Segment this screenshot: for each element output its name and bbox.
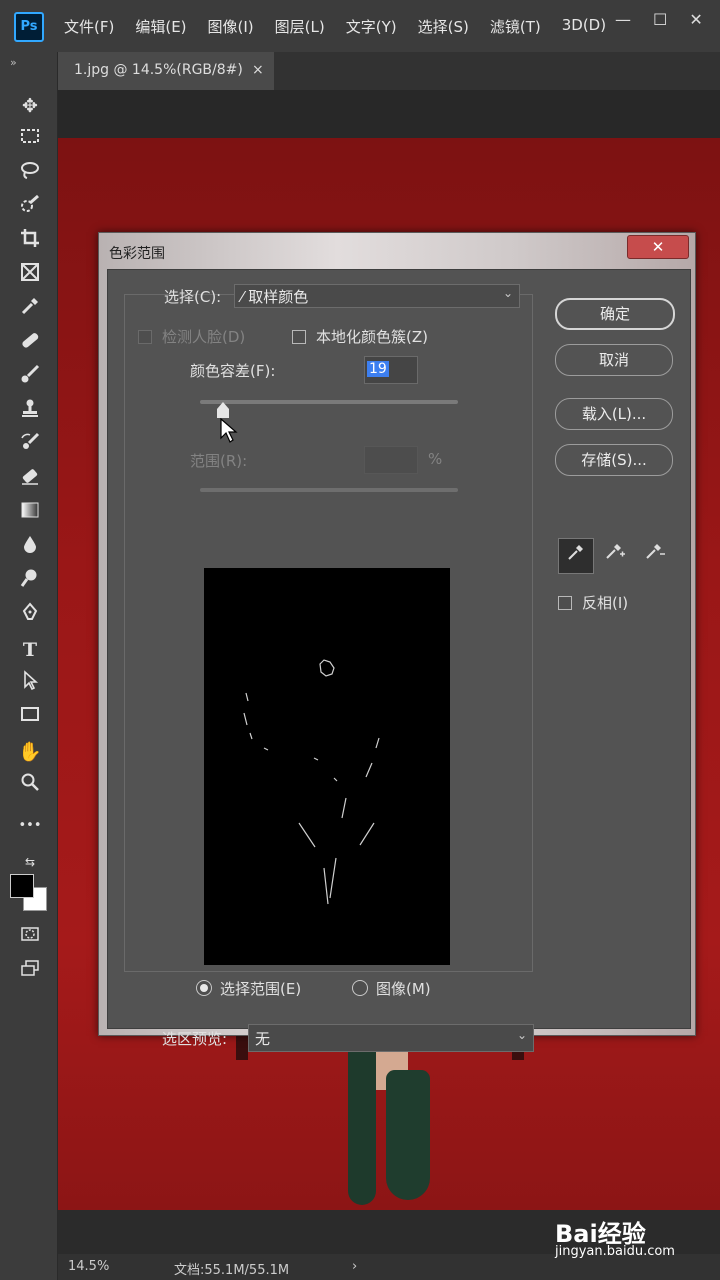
eyedropper-icon[interactable]	[558, 538, 594, 574]
pen-tool-icon[interactable]	[16, 602, 44, 630]
photo-legs	[340, 1030, 440, 1210]
minimize-button[interactable]: —	[615, 10, 631, 29]
menu-image[interactable]: 图像(I)	[208, 16, 254, 37]
sock-right	[386, 1070, 430, 1200]
fuzziness-label: 颜色容差(F):	[190, 362, 276, 380]
image-radio[interactable]	[352, 980, 368, 996]
select-value: 取样颜色	[248, 288, 309, 306]
dialog-close-button[interactable]: ✕	[627, 235, 689, 259]
watermark-url: jingyan.baidu.com	[555, 1244, 675, 1259]
menu-items: 文件(F) 编辑(E) 图像(I) 图层(L) 文字(Y) 选择(S) 滤镜(T…	[64, 16, 606, 37]
stamp-tool-icon[interactable]	[16, 398, 44, 426]
range-input[interactable]	[364, 446, 418, 474]
collapse-icon[interactable]: »	[10, 56, 17, 69]
brush-tool-icon[interactable]	[16, 364, 44, 392]
image-radio-label: 图像(M)	[376, 980, 431, 998]
path-selection-icon[interactable]	[16, 670, 44, 698]
crop-tool-icon[interactable]	[16, 228, 44, 256]
photoshop-logo: Ps	[14, 12, 44, 42]
menu-select[interactable]: 选择(S)	[418, 16, 469, 37]
hand-tool-icon[interactable]: ✋	[16, 738, 44, 766]
range-label: 范围(R):	[190, 452, 248, 470]
chevron-down-icon: ⌄	[516, 1028, 527, 1042]
quick-selection-tool-icon[interactable]	[16, 194, 44, 222]
foreground-color[interactable]	[10, 874, 34, 898]
dialog-body: 选择(C): ⁄ 取样颜色 ⌄ 检测人脸(D) 本地化颜色簇(Z) 颜色容差(F…	[107, 269, 691, 1052]
preview-mask-image	[243, 659, 380, 905]
ok-button[interactable]: 确定	[555, 298, 675, 330]
localized-clusters-label: 本地化颜色簇(Z)	[316, 328, 428, 346]
menu-bar: Ps 文件(F) 编辑(E) 图像(I) 图层(L) 文字(Y) 选择(S) 滤…	[0, 0, 720, 52]
eyedropper-subtract-icon[interactable]	[638, 538, 672, 572]
document-tab-bar: 1.jpg @ 14.5%(RGB/8#) ×	[58, 52, 720, 90]
lasso-tool-icon[interactable]	[16, 160, 44, 188]
type-tool-icon[interactable]: T	[16, 636, 44, 664]
save-button[interactable]: 存储(S)...	[555, 444, 673, 476]
frame-tool-icon[interactable]	[16, 262, 44, 290]
maximize-button[interactable]: ☐	[653, 10, 667, 29]
eyedropper-add-icon[interactable]	[598, 538, 632, 572]
select-label: 选择(C):	[164, 288, 222, 306]
eyedropper-tool-icon[interactable]	[16, 296, 44, 324]
selection-preview	[204, 568, 450, 965]
fuzziness-slider-track[interactable]	[200, 400, 458, 404]
chevron-down-icon: ⌄	[502, 286, 513, 300]
selection-radio-label: 选择范围(E)	[220, 980, 302, 998]
move-tool-icon[interactable]: ✥	[16, 92, 44, 120]
baidu-watermark: Bai经验 jingyan.baidu.com	[555, 1214, 715, 1264]
zoom-level[interactable]: 14.5%	[68, 1259, 109, 1274]
menu-layer[interactable]: 图层(L)	[275, 16, 325, 37]
mouse-cursor-icon	[220, 418, 238, 443]
color-swatches[interactable]	[10, 874, 50, 914]
load-button[interactable]: 载入(L)...	[555, 398, 673, 430]
document-tab[interactable]: 1.jpg @ 14.5%(RGB/8#) ×	[58, 52, 274, 90]
selection-radio[interactable]	[196, 980, 212, 996]
fuzziness-value: 19	[367, 361, 389, 377]
menu-file[interactable]: 文件(F)	[64, 16, 114, 37]
menu-edit[interactable]: 编辑(E)	[135, 16, 186, 37]
sock-left	[348, 1030, 376, 1205]
localized-clusters-checkbox[interactable]	[292, 330, 306, 344]
dialog-title: 色彩范围	[109, 246, 165, 262]
gradient-tool-icon[interactable]	[16, 500, 44, 528]
marquee-tool-icon[interactable]	[16, 126, 44, 154]
blur-tool-icon[interactable]	[16, 534, 44, 562]
detect-faces-checkbox[interactable]	[138, 330, 152, 344]
detect-faces-label: 检测人脸(D)	[162, 328, 246, 346]
close-tab-icon[interactable]: ×	[252, 62, 264, 78]
swap-colors-icon[interactable]: ⇆	[16, 848, 44, 876]
more-tools-icon[interactable]: •••	[16, 812, 44, 840]
menu-3d[interactable]: 3D(D)	[562, 16, 606, 37]
selection-preview-label: 选区预览:	[162, 1030, 228, 1048]
range-slider-track[interactable]	[200, 488, 458, 492]
healing-brush-icon[interactable]	[16, 330, 44, 358]
menu-type[interactable]: 文字(Y)	[346, 16, 397, 37]
fuzziness-input[interactable]: 19	[364, 356, 418, 384]
range-unit: %	[428, 450, 443, 468]
selection-preview-dropdown[interactable]: 无 ⌄	[248, 1024, 534, 1052]
quick-mask-icon[interactable]	[16, 924, 44, 952]
selection-preview-value: 无	[255, 1030, 271, 1048]
screen-mode-icon[interactable]	[16, 958, 44, 986]
tools-panel: » ✥ T ✋ ••• ⇆	[0, 52, 58, 1280]
zoom-tool-icon[interactable]	[16, 772, 44, 800]
menu-filter[interactable]: 滤镜(T)	[490, 16, 541, 37]
dodge-tool-icon[interactable]	[16, 568, 44, 596]
color-range-dialog: 色彩范围 ✕ 选择(C): ⁄ 取样颜色 ⌄ 检测人脸(D) 本地化颜色簇(Z)…	[98, 232, 696, 1052]
cancel-button[interactable]: 取消	[555, 344, 673, 376]
window-controls: — ☐ ✕	[615, 10, 703, 29]
close-window-button[interactable]: ✕	[689, 10, 702, 29]
document-size: 文档:55.1M/55.1M	[174, 1263, 290, 1278]
fuzziness-slider-thumb[interactable]	[217, 402, 230, 418]
history-brush-icon[interactable]	[16, 432, 44, 460]
invert-label: 反相(I)	[582, 594, 629, 612]
invert-checkbox[interactable]	[558, 596, 572, 610]
select-dropdown[interactable]: ⁄ 取样颜色 ⌄	[234, 284, 520, 308]
status-menu-icon[interactable]: ›	[352, 1259, 357, 1274]
rectangle-tool-icon[interactable]	[16, 704, 44, 732]
document-tab-title: 1.jpg @ 14.5%(RGB/8#)	[74, 62, 243, 78]
eraser-tool-icon[interactable]	[16, 466, 44, 494]
select-value-row: ⁄ 取样颜色	[241, 286, 308, 307]
